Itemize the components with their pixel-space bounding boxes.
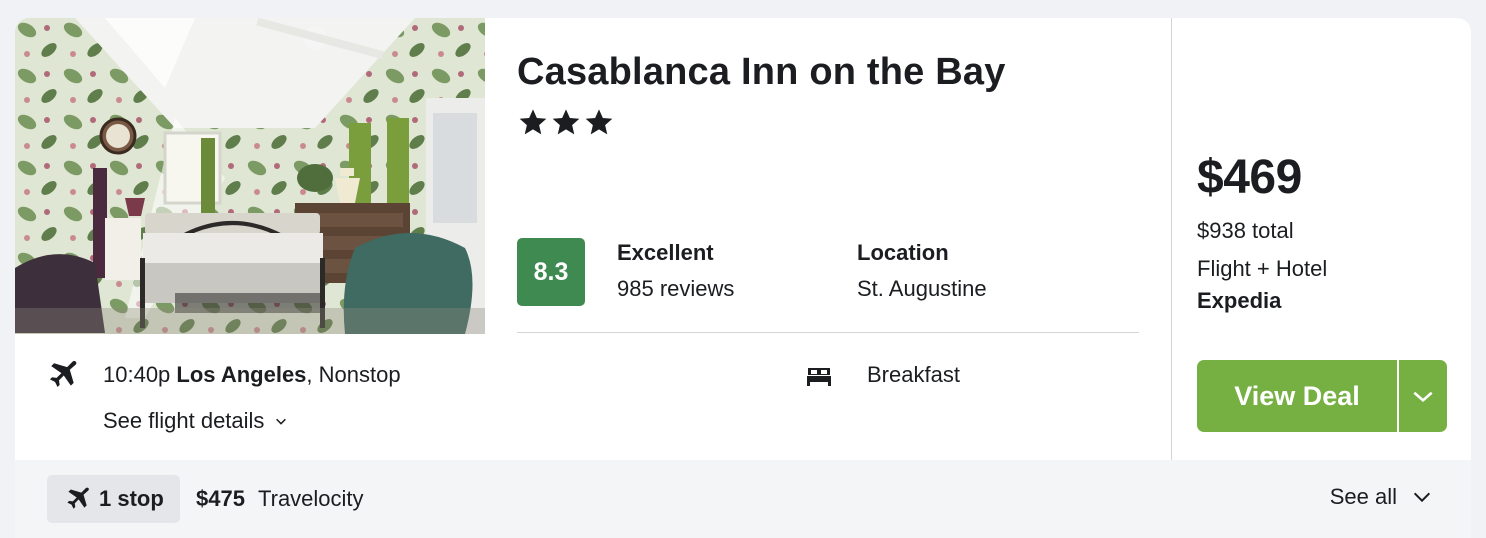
stops-filter-chip[interactable]: 1 stop: [47, 475, 180, 523]
nightly-price: $469: [1197, 151, 1302, 204]
chevron-down-icon: [276, 418, 287, 425]
chevron-down-icon: [1413, 391, 1433, 403]
see-all-deals-button[interactable]: See all: [1330, 484, 1433, 510]
deal-provider: Expedia: [1197, 288, 1282, 313]
total-price: $938 total: [1197, 218, 1294, 243]
review-score-badge: 8.3: [517, 238, 585, 306]
chevron-down-icon: [1413, 492, 1431, 503]
airplane-icon: [49, 360, 77, 387]
star-rating: [517, 106, 615, 140]
bed-icon: [807, 368, 831, 386]
stops-label: 1 stop: [99, 486, 164, 511]
see-flight-details-label: See flight details: [103, 408, 265, 433]
divider: [517, 332, 1139, 333]
flight-summary: 10:40p Los Angeles, Nonstop: [103, 362, 401, 388]
price-column-divider: [1171, 18, 1172, 460]
hotel-result-card: Casablanca Inn on the Bay 8.3 Excellent …: [15, 18, 1471, 538]
amenity-breakfast: Breakfast: [867, 362, 960, 387]
star-icon: [585, 109, 613, 135]
see-all-label: See all: [1329, 484, 1397, 509]
alternate-provider[interactable]: Travelocity: [258, 486, 364, 512]
more-deals-dropdown-button[interactable]: [1399, 360, 1447, 432]
flight-type: , Nonstop: [306, 362, 401, 387]
alternate-deals-bar: 1 stop $475 Travelocity See all: [15, 460, 1471, 538]
star-icon: [519, 109, 547, 135]
hotel-room-image: [15, 18, 485, 334]
review-count[interactable]: 985 reviews: [617, 276, 734, 302]
see-flight-details-link[interactable]: See flight details: [103, 408, 288, 434]
alternate-price[interactable]: $475: [196, 486, 245, 512]
star-icon: [552, 109, 580, 135]
airplane-icon: [67, 487, 89, 509]
rating-word: Excellent: [617, 240, 714, 265]
hotel-photo[interactable]: [15, 18, 485, 334]
location-value: St. Augustine: [857, 276, 987, 301]
flight-time: 10:40p: [103, 362, 171, 387]
location-label: Location: [857, 240, 949, 265]
flight-origin: Los Angeles: [176, 362, 307, 387]
package-type: Flight + Hotel: [1197, 256, 1328, 281]
view-deal-button[interactable]: View Deal: [1197, 360, 1397, 432]
hotel-name[interactable]: Casablanca Inn on the Bay: [517, 51, 1006, 94]
